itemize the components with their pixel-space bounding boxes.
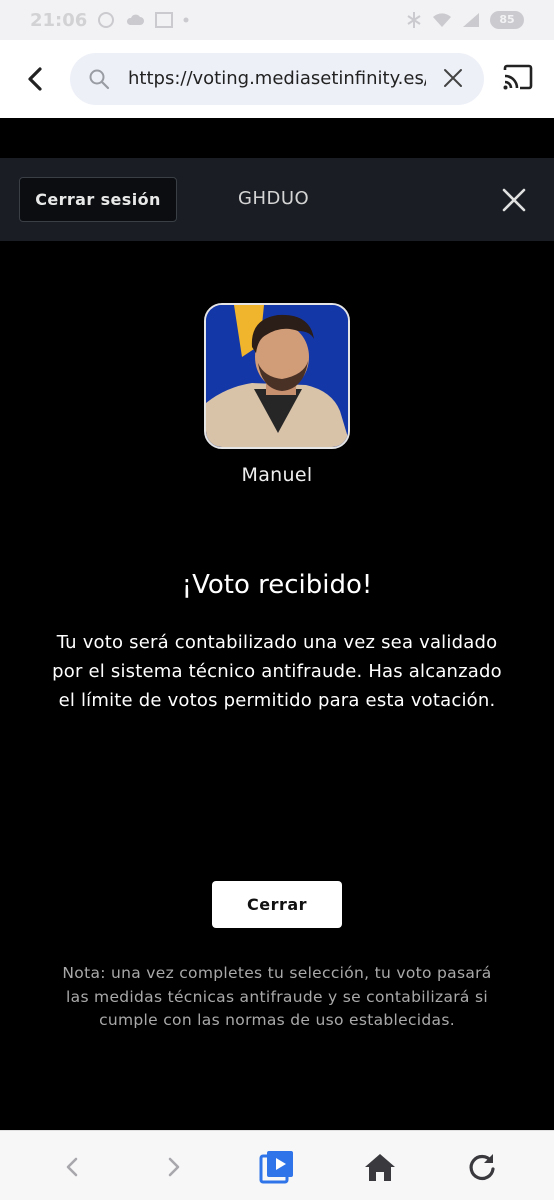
vote-confirmation-title: ¡Voto recibido! (181, 570, 373, 600)
candidate-photo (206, 305, 348, 447)
antifraud-note: Nota: una vez completes tu selección, tu… (62, 964, 492, 1029)
bottom-navigation (0, 1130, 554, 1200)
modal-header: Cerrar sesión GHDUO (0, 158, 554, 241)
program-title: GHDUO (238, 188, 310, 209)
logout-button[interactable]: Cerrar sesión (19, 177, 177, 222)
url-text[interactable]: https://voting.mediasetinfinity.es/c (128, 67, 426, 91)
candidate-name: Manuel (241, 464, 313, 486)
clock: 21:06 (30, 9, 88, 31)
wifi-icon (432, 12, 452, 28)
close-icon[interactable] (500, 186, 528, 218)
media-icon[interactable] (257, 1149, 297, 1185)
status-right: 85 (406, 11, 524, 29)
clear-icon[interactable] (442, 67, 464, 93)
battery-icon: 85 (490, 11, 524, 29)
back-icon[interactable] (52, 1149, 92, 1185)
close-button[interactable]: Cerrar (212, 881, 342, 928)
reload-icon[interactable] (462, 1149, 502, 1185)
browser-toolbar: https://voting.mediasetinfinity.es/c (0, 40, 554, 118)
signal-icon (462, 12, 480, 28)
forward-icon[interactable] (154, 1149, 194, 1185)
page-top-spacer (0, 118, 554, 158)
candidate-avatar (204, 303, 350, 449)
picture-icon (155, 12, 174, 28)
back-arrow-icon[interactable] (20, 64, 50, 94)
dot-icon (183, 17, 189, 23)
battery-level: 85 (499, 13, 515, 26)
home-icon[interactable] (360, 1149, 400, 1185)
cloud-icon (125, 13, 145, 27)
cast-icon[interactable] (502, 64, 534, 96)
whatsapp-icon (97, 11, 115, 29)
alarm-icon (406, 11, 422, 29)
status-bar: 21:06 85 (0, 0, 554, 40)
vote-confirmation-message: Tu voto será contabilizado una vez sea v… (52, 632, 502, 711)
search-icon (88, 68, 110, 94)
status-left: 21:06 (30, 10, 189, 31)
address-bar[interactable]: https://voting.mediasetinfinity.es/c (70, 53, 484, 105)
